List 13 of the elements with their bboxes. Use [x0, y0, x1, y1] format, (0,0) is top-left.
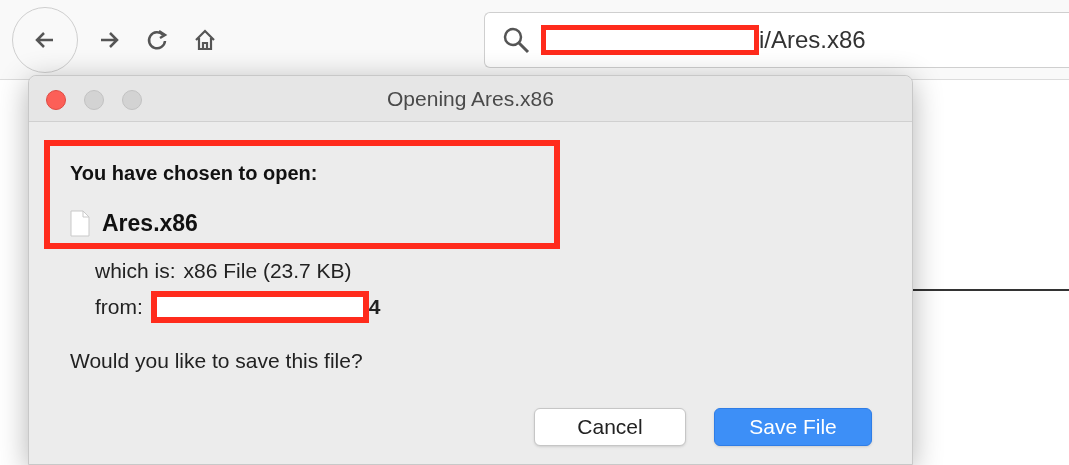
detail-value: 4: [368, 293, 381, 320]
detail-label: from:: [95, 293, 143, 320]
url-text: i/Ares.x86: [759, 24, 866, 55]
detail-label: which is:: [95, 258, 176, 284]
window-title: Opening Ares.x86: [387, 85, 554, 112]
dialog-heading: You have chosen to open:: [70, 161, 319, 186]
address-bar[interactable]: i/Ares.x86: [484, 11, 1069, 68]
close-button[interactable]: [46, 90, 66, 110]
detail-value: x86 File (23.7 KB): [183, 258, 352, 284]
file-name: Ares.x86: [102, 209, 198, 238]
file-icon: [70, 209, 90, 237]
question-text: Would you like to save this file?: [69, 347, 364, 374]
cancel-button[interactable]: Cancel: [534, 408, 686, 446]
